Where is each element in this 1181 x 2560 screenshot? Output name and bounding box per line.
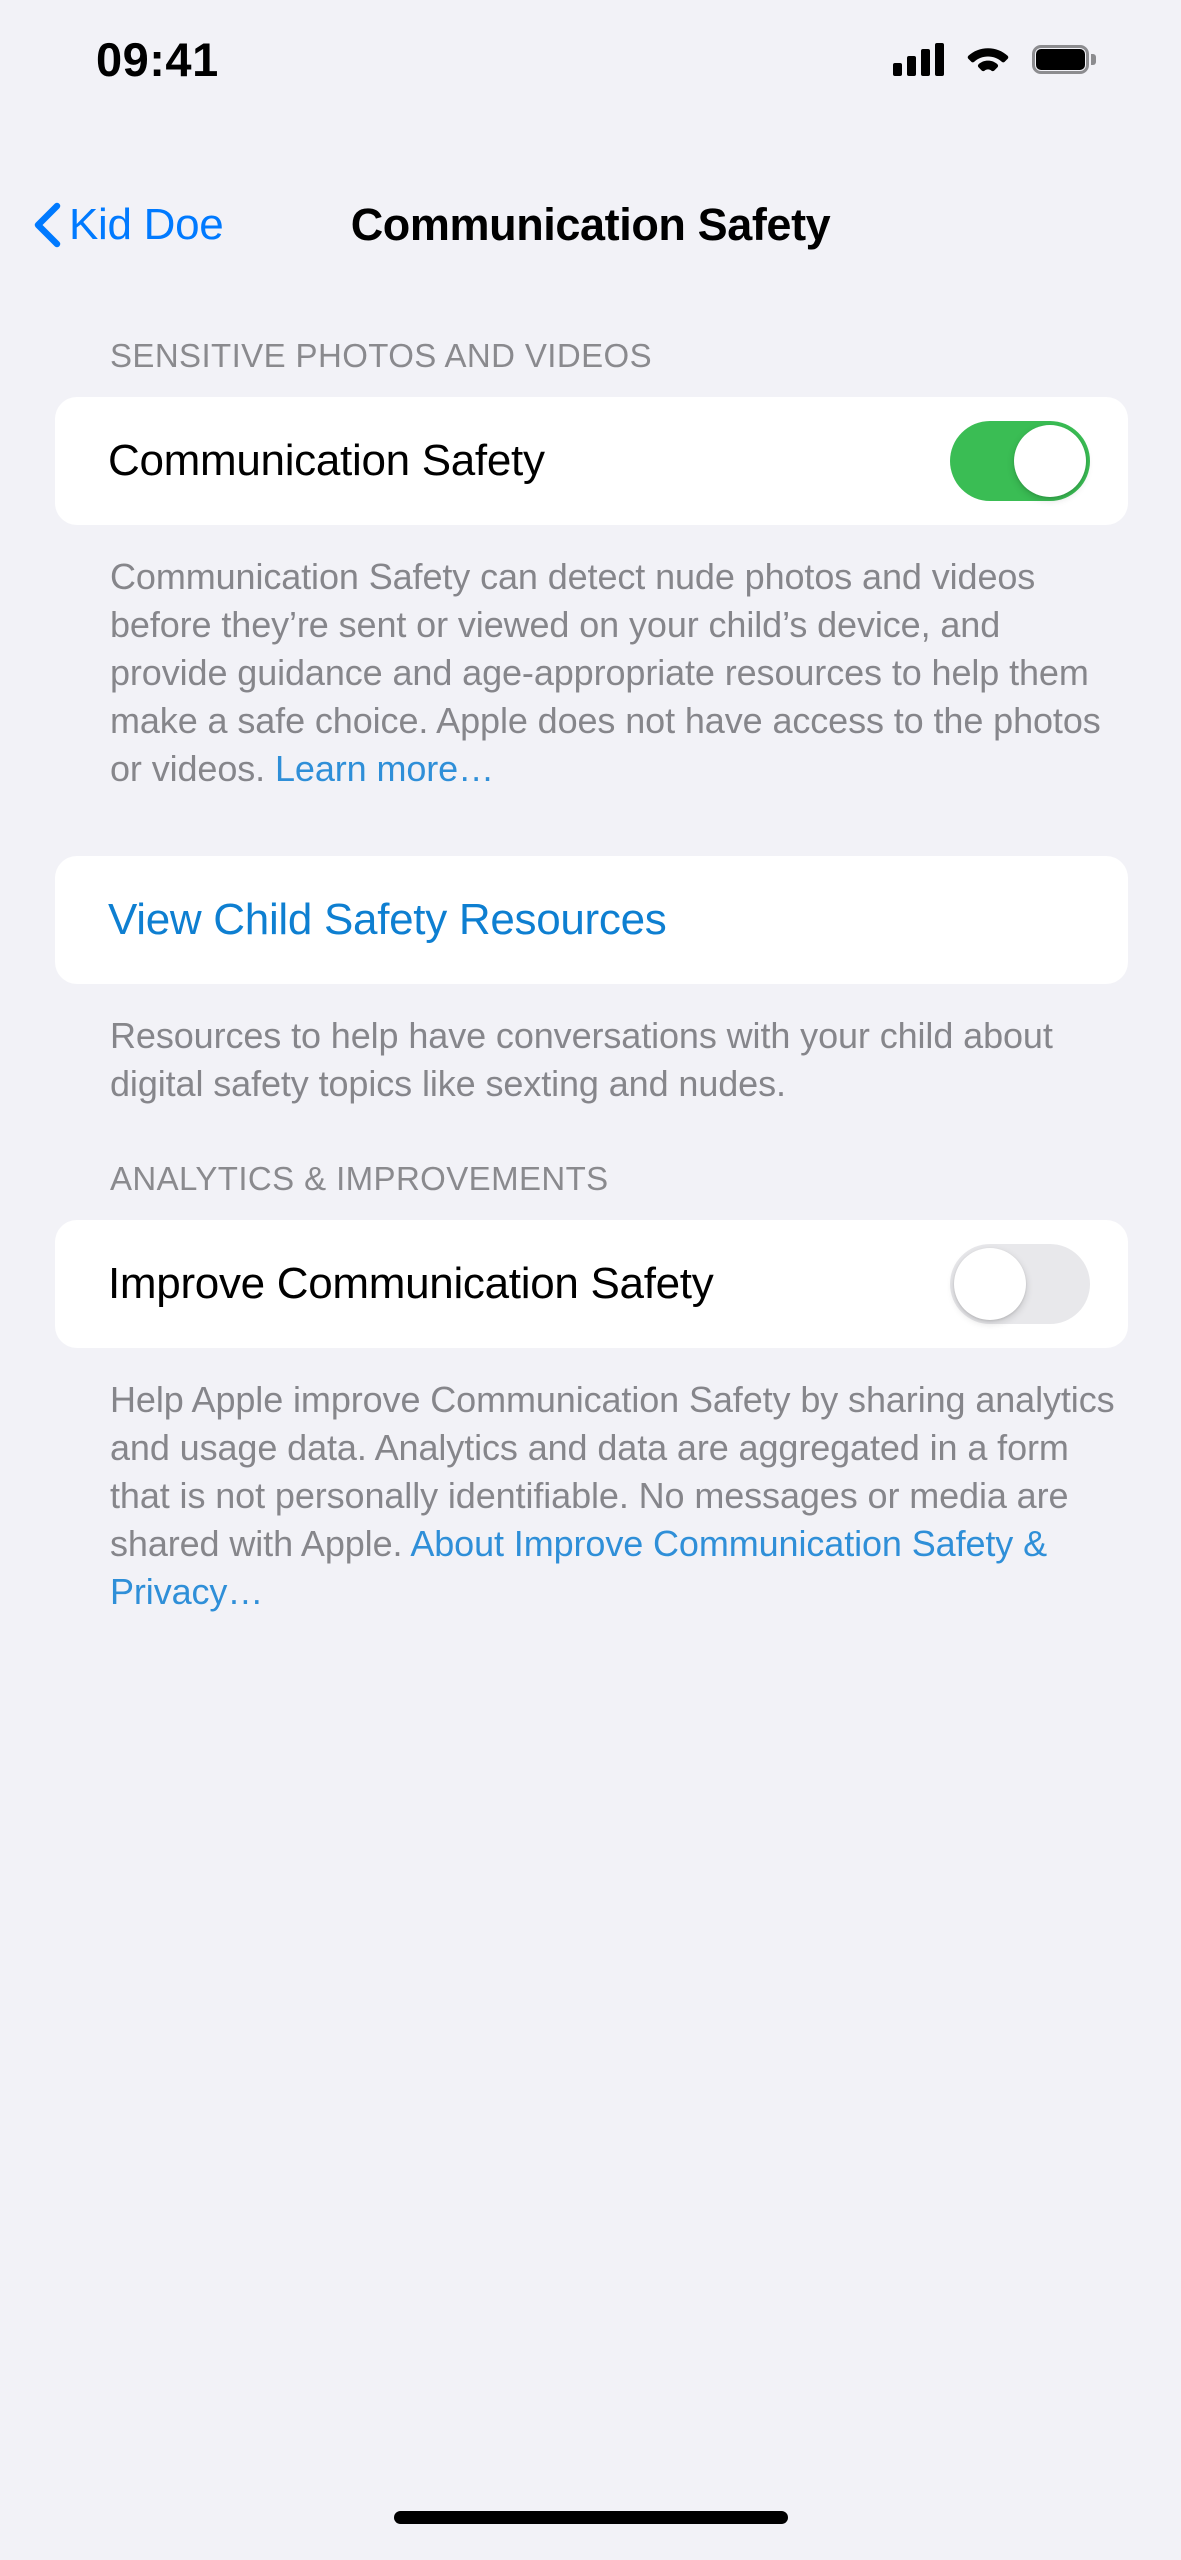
iphone-screen: 09:41 Communication Safety Kid Doe SENSI… <box>0 0 1181 2560</box>
navigation-bar: Communication Safety Kid Doe <box>0 175 1181 275</box>
section-header-analytics: ANALYTICS & IMPROVEMENTS <box>110 1160 609 1198</box>
cellular-signal-icon <box>893 42 944 76</box>
footnote-improve-communication-safety: Help Apple improve Communication Safety … <box>0 1376 1181 1615</box>
row-improve-communication-safety[interactable]: Improve Communication Safety <box>55 1220 1128 1348</box>
row-label-view-child-safety-resources: View Child Safety Resources <box>108 895 667 945</box>
battery-full-icon <box>1032 44 1096 74</box>
back-button[interactable]: Kid Doe <box>32 175 224 275</box>
communication-safety-card: Communication Safety <box>55 397 1128 525</box>
settings-content: SENSITIVE PHOTOS AND VIDEOS Communicatio… <box>0 275 1181 1616</box>
learn-more-link[interactable]: Learn more… <box>275 748 494 789</box>
row-label-improve-communication-safety: Improve Communication Safety <box>108 1259 714 1309</box>
footnote-child-safety-resources: Resources to help have conversations wit… <box>110 1015 1053 1105</box>
footnote-communication-safety-text: Communication Safety can detect nude pho… <box>110 556 1101 789</box>
toggle-knob <box>954 1248 1026 1321</box>
chevron-left-icon <box>32 201 62 249</box>
child-safety-resources-card: View Child Safety Resources <box>55 856 1128 985</box>
toggle-knob <box>1014 425 1086 497</box>
row-communication-safety[interactable]: Communication Safety <box>55 397 1128 525</box>
wifi-icon <box>966 43 1010 76</box>
toggle-improve-communication-safety[interactable] <box>950 1244 1090 1325</box>
improve-communication-safety-card: Improve Communication Safety <box>55 1220 1128 1349</box>
status-bar: 09:41 <box>0 0 1181 118</box>
home-indicator[interactable] <box>393 2511 788 2524</box>
row-view-child-safety-resources[interactable]: View Child Safety Resources <box>55 856 1128 984</box>
status-bar-time: 09:41 <box>96 32 219 86</box>
section-header-sensitive-photos: SENSITIVE PHOTOS AND VIDEOS <box>110 337 652 374</box>
row-label-communication-safety: Communication Safety <box>108 436 545 485</box>
toggle-communication-safety[interactable] <box>950 421 1090 501</box>
footnote-communication-safety: Communication Safety can detect nude pho… <box>0 553 1181 792</box>
status-bar-indicators <box>893 42 1096 76</box>
back-button-label: Kid Doe <box>69 200 224 249</box>
